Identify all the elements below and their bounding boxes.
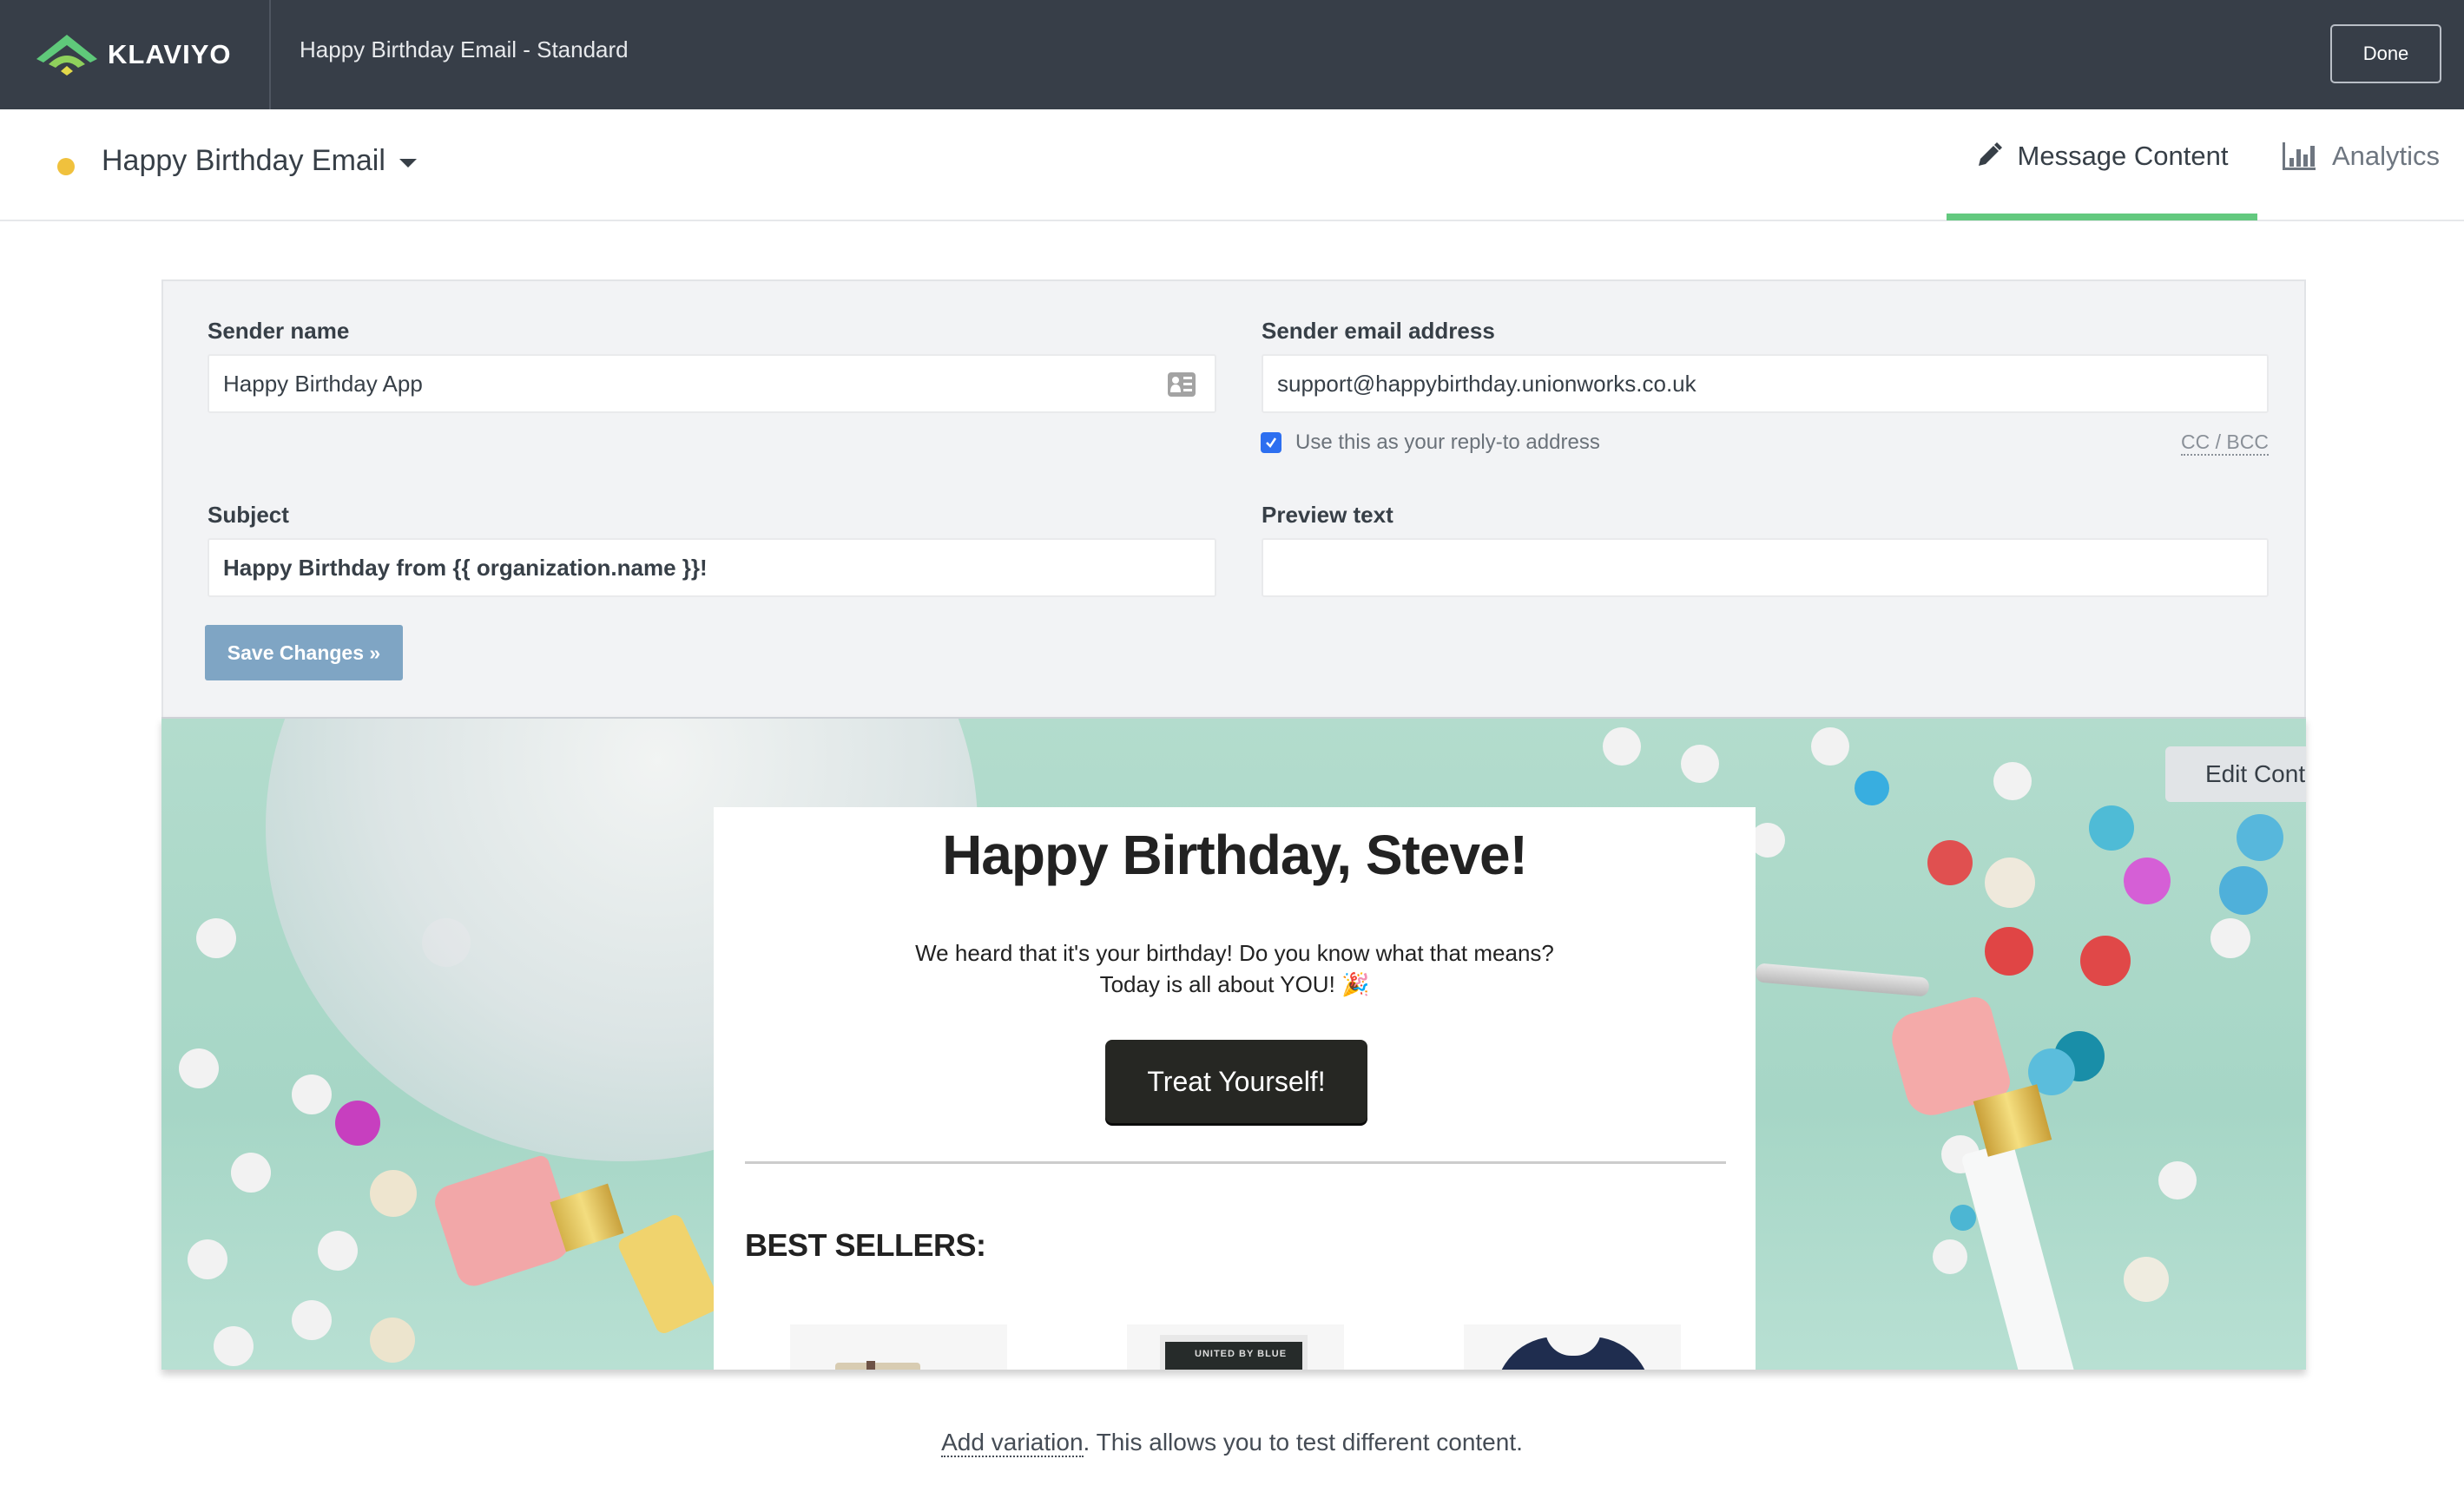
email-preview: Happy Birthday, Steve! We heard that it'… [161, 717, 2306, 1370]
product-strap [866, 1361, 875, 1370]
confetti-dot [2089, 805, 2134, 851]
done-button[interactable]: Done [2330, 24, 2441, 83]
email-heading: Happy Birthday, Steve! [942, 824, 1528, 886]
tab-label: Message Content [2017, 141, 2229, 171]
top-bar: KLAVIYO Happy Birthday Email - Standard … [0, 0, 2464, 109]
confetti-dot [1950, 1205, 1976, 1231]
reply-to-label: Use this as your reply-to address [1295, 430, 1600, 454]
confetti-dot [2219, 866, 2268, 915]
confetti-dot [1681, 745, 1719, 783]
pencil-icon [1978, 142, 2002, 166]
confetti-dot [292, 1300, 332, 1340]
bar-chart-icon [2283, 142, 2316, 170]
preview-text-label: Preview text [1262, 502, 1393, 528]
email-name-dropdown[interactable]: Happy Birthday Email [102, 144, 417, 178]
email-divider [745, 1161, 1726, 1164]
status-indicator [57, 158, 75, 175]
confetti-dot [1985, 858, 2035, 908]
confetti-dot [2158, 1161, 2197, 1199]
subject-value: Happy Birthday from {{ organization.name… [223, 554, 708, 581]
confetti-dot [196, 918, 236, 958]
edit-content-group: Edit Content [2165, 746, 2306, 802]
reply-to-row: Use this as your reply-to address [1261, 430, 1600, 455]
preview-text-input[interactable] [1262, 538, 2269, 597]
product-image[interactable] [790, 1324, 1007, 1370]
tab-label: Analytics [2332, 141, 2441, 171]
logo-text: KLAVIYO [108, 39, 232, 69]
confetti-dot [370, 1318, 415, 1363]
confetti-dot [214, 1326, 254, 1366]
confetti-dot [2080, 936, 2131, 986]
confetti-dot [1855, 771, 1889, 805]
treat-yourself-button[interactable]: Treat Yourself! [1105, 1040, 1367, 1123]
message-settings-panel [161, 279, 2306, 717]
confetti-dot [1811, 727, 1849, 766]
klaviyo-logo-icon [36, 35, 97, 76]
add-variation-row: Add variation. This allows you to test d… [0, 1429, 2464, 1457]
sender-email-input[interactable]: support@happybirthday.unionworks.co.uk [1262, 354, 2269, 413]
confetti-dot [2124, 1257, 2169, 1302]
reply-to-checkbox[interactable] [1261, 432, 1281, 453]
confetti-dot [2124, 858, 2171, 904]
sender-name-input[interactable]: Happy Birthday App [208, 354, 1216, 413]
confetti-dot [1993, 762, 2032, 800]
confetti-dot [1603, 727, 1641, 766]
topbar-divider [269, 0, 271, 109]
caret-down-icon [399, 158, 417, 168]
contact-card-icon[interactable] [1168, 372, 1196, 397]
confetti-dot [292, 1075, 332, 1114]
confetti-dot [2210, 918, 2250, 958]
tab-analytics[interactable]: Analytics [2282, 141, 2440, 220]
product-bag [835, 1363, 920, 1370]
email-content[interactable]: Happy Birthday, Steve! We heard that it'… [714, 807, 1756, 1370]
product-image[interactable]: UNITED BY BLUE [1127, 1324, 1344, 1370]
sender-email-label: Sender email address [1262, 318, 1495, 344]
confetti-dot [188, 1239, 227, 1279]
best-sellers-heading: BEST SELLERS: [745, 1227, 986, 1263]
sender-email-value: support@happybirthday.unionworks.co.uk [1277, 370, 1696, 397]
confetti-dot [1750, 823, 1785, 858]
add-variation-link[interactable]: Add variation [941, 1429, 1084, 1457]
save-changes-button[interactable]: Save Changes » [205, 625, 403, 680]
confetti-dot [1927, 840, 1973, 885]
email-name: Happy Birthday Email [102, 144, 385, 177]
confetti-dot [231, 1153, 271, 1193]
confetti-dot [370, 1170, 417, 1217]
confetti-dot [179, 1048, 219, 1088]
confetti-dot [335, 1101, 380, 1146]
confetti-dot [1933, 1239, 1967, 1274]
message-title: Happy Birthday Email - Standard [300, 36, 629, 62]
edit-content-button[interactable]: Edit Content [2165, 746, 2306, 802]
variation-help-text: . This allows you to test different cont… [1083, 1429, 1523, 1456]
confetti-dot [1985, 927, 2033, 976]
subject-input[interactable]: Happy Birthday from {{ organization.name… [208, 538, 1216, 597]
tab-message-content[interactable]: Message Content [1947, 141, 2257, 220]
subject-label: Subject [208, 502, 289, 528]
cc-bcc-link[interactable]: CC / BCC [2181, 430, 2269, 456]
klaviyo-logo[interactable]: KLAVIYO [35, 33, 232, 76]
product-image[interactable] [1464, 1324, 1681, 1370]
confetti-dot [2237, 814, 2283, 861]
product-card: UNITED BY BLUE [1160, 1335, 1308, 1370]
sender-name-value: Happy Birthday App [223, 370, 423, 397]
confetti-dot [318, 1231, 358, 1271]
email-body-text: We heard that it's your birthday! Do you… [915, 940, 1554, 997]
sender-name-label: Sender name [208, 318, 350, 344]
checkmark-icon [1266, 437, 1277, 448]
product-brand-text: UNITED BY BLUE [1165, 1342, 1302, 1370]
